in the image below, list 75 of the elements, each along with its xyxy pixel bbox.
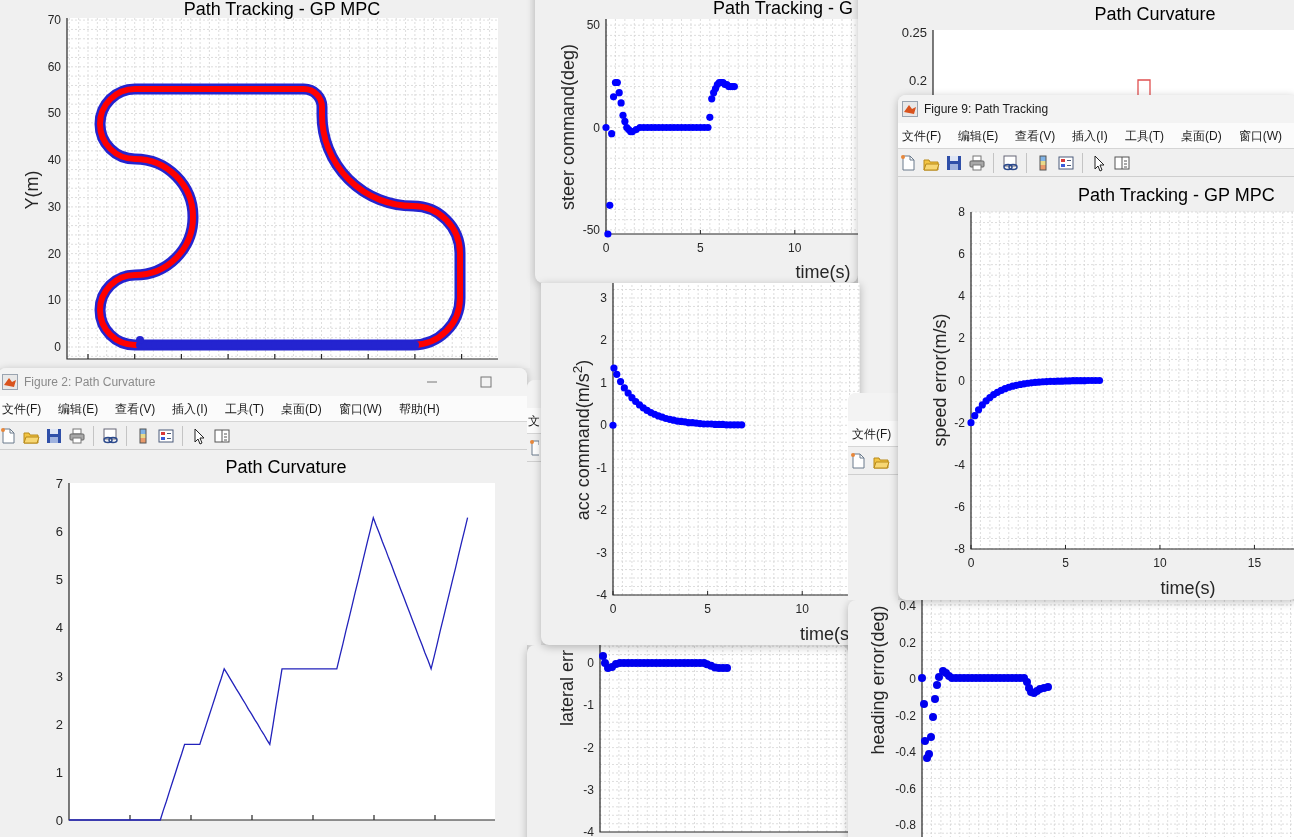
tick-label: 0 <box>609 603 617 615</box>
tick-label: 1 <box>600 376 607 389</box>
tick-label: -2 <box>583 741 594 754</box>
tick-label: 6 <box>958 248 965 261</box>
tick-label: 6 <box>55 524 63 538</box>
tick-label: -0.6 <box>895 782 916 795</box>
tick-label: 0 <box>967 557 975 569</box>
tick-label: 0 <box>602 242 610 254</box>
tick-label: -0.2 <box>895 709 916 722</box>
tick-label: -3 <box>583 783 594 796</box>
tick-label: 2 <box>600 334 607 347</box>
tick-label: 10 <box>47 294 61 307</box>
tick-label: 10 <box>788 242 802 254</box>
tick-label: 30 <box>47 200 61 213</box>
tick-label: 7 <box>55 476 63 490</box>
tick-label: 0 <box>593 121 600 134</box>
tick-label: 70 <box>47 14 61 26</box>
chart-title: Path Tracking - GP MPC <box>183 0 381 18</box>
chart-title: Path Tracking - GP MPC <box>1078 186 1275 204</box>
tick-label: -8 <box>954 543 965 555</box>
axis-label: lateral err <box>558 650 576 726</box>
tick-label: -4 <box>583 826 594 837</box>
tick-label: 4 <box>958 290 965 303</box>
tick-label: 10 <box>1153 557 1167 569</box>
tick-label: -4 <box>596 589 607 601</box>
tick-label: 5 <box>55 572 63 586</box>
tick-label: 15 <box>1247 557 1262 569</box>
axis-label: heading error(deg) <box>869 605 887 755</box>
tick-label: 0.4 <box>899 600 916 612</box>
tick-label: -50 <box>582 223 600 236</box>
tick-label: 50 <box>586 19 600 32</box>
tick-label: 0.2 <box>908 73 927 87</box>
axis-label: time(s) <box>1160 579 1216 597</box>
axis-label: speed error(m/s) <box>931 313 949 447</box>
tick-label: -4 <box>954 458 965 471</box>
tick-label: 4 <box>55 620 63 634</box>
tick-label: 20 <box>47 247 61 260</box>
tick-label: 0 <box>54 340 61 353</box>
chart-title: Path Curvature <box>225 458 347 476</box>
tick-label: -0.8 <box>895 819 916 831</box>
tick-label: 0 <box>958 374 965 387</box>
window-title: Figure 2: Path Curvature <box>24 374 156 391</box>
tick-label: 40 <box>47 154 61 167</box>
tick-label: 2 <box>958 332 965 345</box>
tick-label: 5 <box>697 242 704 254</box>
tick-label: -0.4 <box>895 746 916 758</box>
tick-label: 5 <box>1062 557 1069 569</box>
tick-label: -2 <box>954 416 965 429</box>
tick-label: -1 <box>596 461 607 474</box>
tick-label: 0.2 <box>899 636 916 649</box>
tick-label: 0 <box>55 813 63 827</box>
tick-label: 5 <box>704 603 711 615</box>
tick-label: 0.25 <box>901 25 927 39</box>
tick-label: 0 <box>600 419 607 432</box>
tick-label: 10 <box>795 603 809 615</box>
axis-label: steer command(deg) <box>559 43 577 211</box>
tick-label: -3 <box>596 546 607 559</box>
tick-label: 3 <box>600 291 607 304</box>
tick-label: 3 <box>55 669 63 683</box>
axis-label: time(s) <box>795 263 851 281</box>
window-title: Figure 9: Path Tracking <box>924 101 1049 118</box>
tick-label: 50 <box>47 107 61 120</box>
tick-label: -6 <box>954 500 965 513</box>
tick-label: 8 <box>958 206 965 218</box>
tick-label: -1 <box>583 699 594 712</box>
tick-label: 0 <box>587 657 594 669</box>
chart-title: Path Tracking - G <box>713 0 854 17</box>
chart-title: Path Curvature <box>1094 5 1216 23</box>
tick-label: 0 <box>909 673 916 685</box>
tick-label: 1 <box>55 765 63 779</box>
tick-label: 2 <box>55 717 63 731</box>
axis-label: time(s <box>800 625 849 643</box>
tick-label: -2 <box>596 504 607 517</box>
axis-label: Y(m) <box>23 170 41 210</box>
tick-label: 60 <box>47 60 61 73</box>
